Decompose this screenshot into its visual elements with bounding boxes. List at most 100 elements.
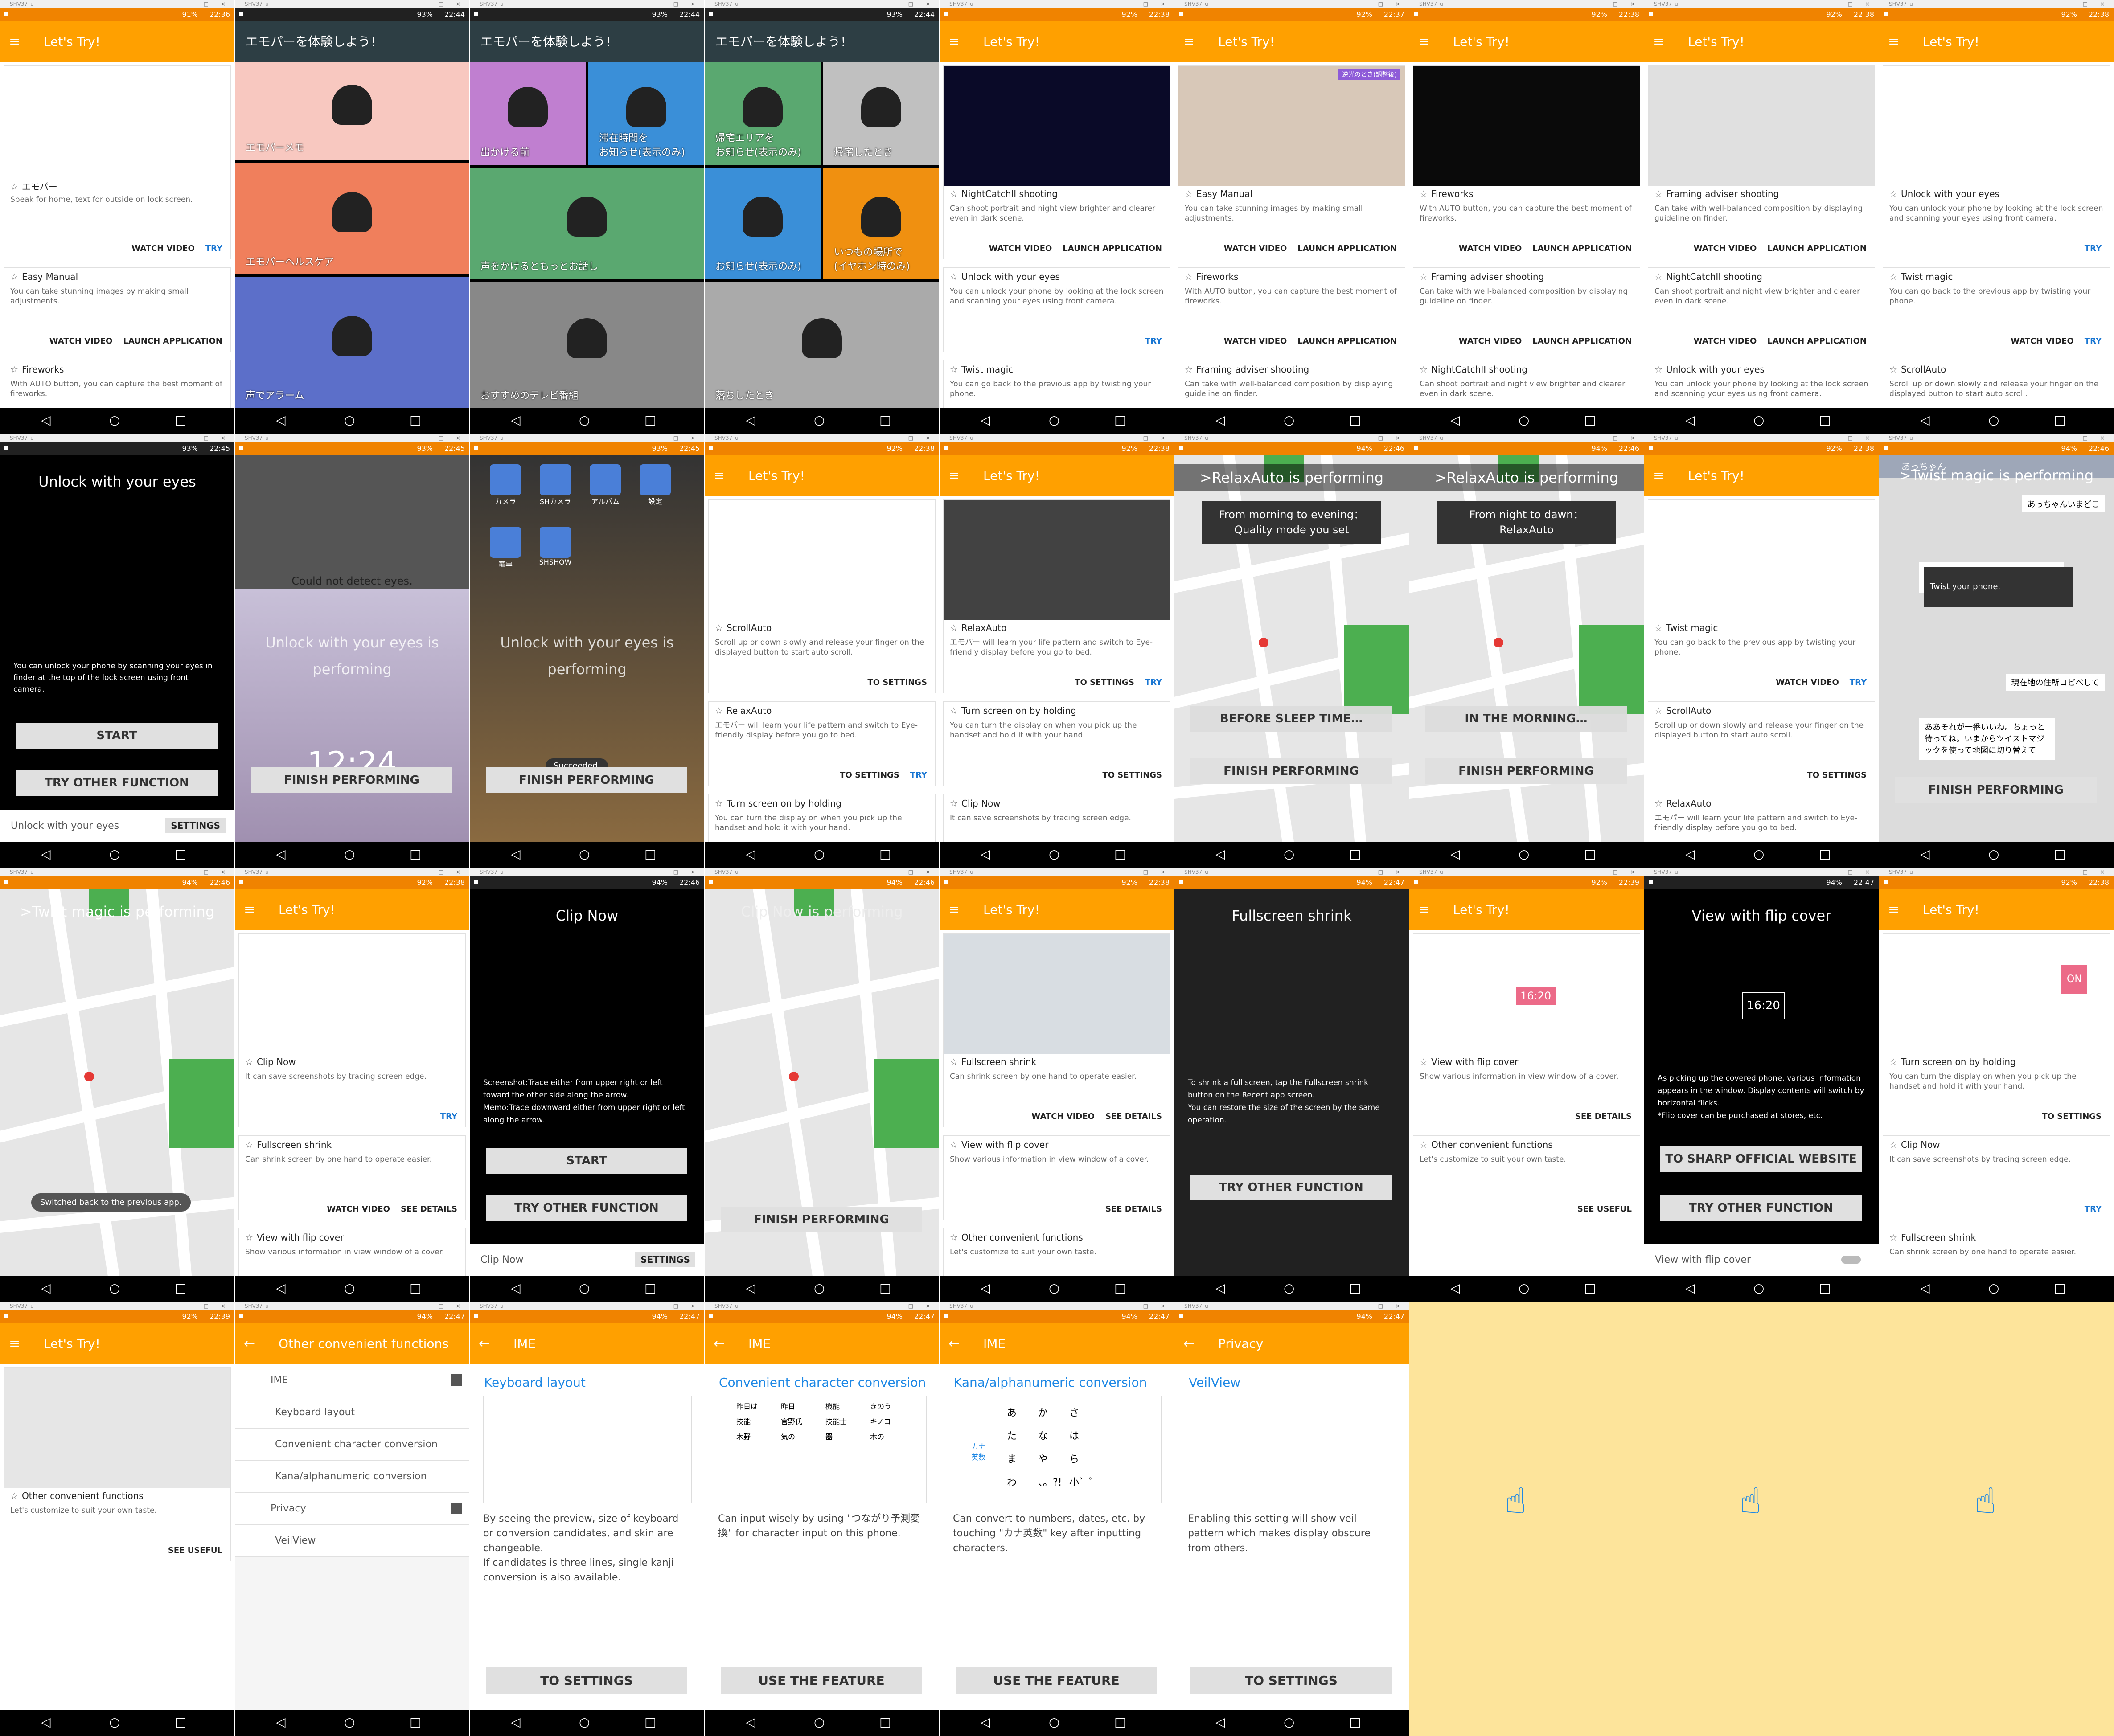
use-the-feature-button[interactable]: USE THE FEATURE xyxy=(721,1667,922,1694)
home-icon[interactable]: ○ xyxy=(579,414,590,427)
feature-card[interactable]: ☆ RelaxAuto エモパー will learn your life patt… xyxy=(708,701,936,786)
try-button[interactable]: TRY xyxy=(2085,1204,2102,1214)
app-icon[interactable]: 電卓 xyxy=(488,527,523,569)
see-useful-button[interactable]: SEE USEFUL xyxy=(1577,1204,1632,1214)
recent-apps-icon[interactable]: □ xyxy=(410,1716,421,1729)
app-icon[interactable]: 設定 xyxy=(637,464,673,506)
window-controls[interactable]: – □ × xyxy=(1833,868,1875,876)
scroll-content[interactable]: Convenient character conversion 昨日は 昨日 機能 きの… xyxy=(705,1364,939,1710)
finish-performing-button[interactable]: FINISH PERFORMING xyxy=(1190,758,1392,784)
watch-video-button[interactable]: WATCH VIDEO xyxy=(327,1204,390,1214)
emopa-scene-tile[interactable]: エモパーヘルスケア xyxy=(235,163,469,274)
home-icon[interactable]: ○ xyxy=(1284,1282,1294,1295)
window-controls[interactable]: – □ × xyxy=(1128,1302,1170,1310)
menu-icon[interactable]: ≡ xyxy=(1888,21,1899,62)
see-details-button[interactable]: SEE DETAILS xyxy=(1105,1204,1162,1214)
favorite-star-icon[interactable]: ☆ xyxy=(1420,1056,1428,1067)
watch-video-button[interactable]: WATCH VIDEO xyxy=(989,244,1052,253)
recent-apps-icon[interactable]: □ xyxy=(2054,848,2065,861)
emopa-scene-tile[interactable]: 声をかけるともっとお話し xyxy=(470,168,704,279)
feature-card[interactable]: ☆ Easy Manual You can take stunning images… xyxy=(4,267,231,352)
favorite-star-icon[interactable]: ☆ xyxy=(950,1232,958,1243)
home-icon[interactable]: ○ xyxy=(109,848,120,861)
watch-video-button[interactable]: WATCH VIDEO xyxy=(1224,336,1287,346)
feature-card[interactable]: ☆ Framing adviser shooting Can take with w… xyxy=(1413,267,1640,352)
home-icon[interactable]: ○ xyxy=(579,848,590,861)
favorite-star-icon[interactable]: ☆ xyxy=(1889,271,1897,282)
feature-card[interactable]: ☆ Twist magic You can go back to the previ… xyxy=(1883,267,2110,352)
feature-card[interactable]: ☆ Fullscreen shrink Can shrink screen by o… xyxy=(1883,1228,2110,1276)
favorite-star-icon[interactable]: ☆ xyxy=(1654,798,1662,809)
feature-card[interactable]: ☆ RelaxAuto エモパー will learn your life patt… xyxy=(1648,794,1875,842)
watch-video-button[interactable]: WATCH VIDEO xyxy=(131,244,195,253)
feature-card[interactable]: ☆ Unlock with your eyes You can unlock you… xyxy=(1648,360,1875,408)
favorite-star-icon[interactable]: ☆ xyxy=(245,1232,253,1243)
window-controls[interactable]: – □ × xyxy=(1128,0,1170,8)
recent-apps-icon[interactable]: □ xyxy=(175,1716,186,1729)
see-details-button[interactable]: SEE DETAILS xyxy=(1105,1112,1162,1121)
home-icon[interactable]: ○ xyxy=(1988,1282,1999,1295)
home-icon[interactable]: ○ xyxy=(344,1716,355,1729)
back-icon[interactable]: ◁ xyxy=(511,1282,521,1295)
window-controls[interactable]: – □ × xyxy=(1598,868,1640,876)
home-icon[interactable]: ○ xyxy=(1049,414,1059,427)
window-controls[interactable]: – □ × xyxy=(2068,0,2110,8)
menu-icon[interactable]: ≡ xyxy=(9,21,20,62)
window-controls[interactable]: – □ × xyxy=(189,434,231,442)
scroll-content[interactable]: ☆ Other convenient functions Let's customi… xyxy=(0,1364,234,1710)
recent-apps-icon[interactable]: □ xyxy=(1349,1282,1361,1295)
favorite-star-icon[interactable]: ☆ xyxy=(1889,364,1897,375)
scroll-content[interactable]: ☆ Unlock with your eyes You can unlock you… xyxy=(1879,62,2114,408)
home-icon[interactable]: ○ xyxy=(1988,414,1999,427)
toggle-switch[interactable] xyxy=(1841,1256,1861,1264)
recent-apps-icon[interactable]: □ xyxy=(1114,848,1126,861)
scroll-content[interactable]: ☆ NightCatchII shooting Can shoot portrait… xyxy=(940,62,1174,408)
recent-apps-icon[interactable]: □ xyxy=(2054,414,2065,427)
favorite-star-icon[interactable]: ☆ xyxy=(950,271,958,282)
finish-performing-button[interactable]: FINISH PERFORMING xyxy=(486,767,687,793)
home-icon[interactable]: ○ xyxy=(344,848,355,861)
to-settings-button[interactable]: TO SETTINGS xyxy=(867,678,927,687)
favorite-star-icon[interactable]: ☆ xyxy=(715,798,723,809)
use-the-feature-button[interactable]: USE THE FEATURE xyxy=(956,1667,1157,1694)
back-icon[interactable]: ◁ xyxy=(1215,414,1225,427)
recent-apps-icon[interactable]: □ xyxy=(879,848,891,861)
menu-icon[interactable]: ≡ xyxy=(9,1323,20,1364)
recent-apps-icon[interactable]: □ xyxy=(1584,848,1596,861)
back-icon[interactable]: ◁ xyxy=(981,1282,990,1295)
feature-card[interactable]: ☆ Twist magic You can go back to the previ… xyxy=(1648,499,1875,693)
feature-card[interactable]: ☆ Clip Now It can save screenshots by trac… xyxy=(238,933,466,1127)
home-icon[interactable]: ○ xyxy=(1753,848,1764,861)
window-controls[interactable]: – □ × xyxy=(1598,434,1640,442)
favorite-star-icon[interactable]: ☆ xyxy=(1185,364,1193,375)
try-other-function-button[interactable]: TRY OTHER FUNCTION xyxy=(16,770,218,796)
emopa-scene-tile[interactable]: エモパーメモ xyxy=(235,62,469,160)
home-icon[interactable]: ○ xyxy=(1284,414,1294,427)
favorite-star-icon[interactable]: ☆ xyxy=(10,181,18,192)
launch-application-button[interactable]: LAUNCH APPLICATION xyxy=(123,336,222,346)
window-controls[interactable]: – □ × xyxy=(658,1302,701,1310)
collapse-icon[interactable] xyxy=(451,1503,462,1514)
recent-apps-icon[interactable]: □ xyxy=(1349,414,1361,427)
recent-apps-icon[interactable]: □ xyxy=(410,414,421,427)
launch-application-button[interactable]: LAUNCH APPLICATION xyxy=(1532,244,1632,253)
back-icon[interactable]: ◁ xyxy=(276,414,286,427)
home-icon[interactable]: ○ xyxy=(109,414,120,427)
menu-icon[interactable]: ≡ xyxy=(948,889,960,930)
recent-apps-icon[interactable]: □ xyxy=(644,1716,656,1729)
back-icon[interactable]: ◁ xyxy=(746,1716,755,1729)
window-controls[interactable]: – □ × xyxy=(423,868,466,876)
recent-apps-icon[interactable]: □ xyxy=(1819,848,1831,861)
back-icon[interactable]: ◁ xyxy=(746,414,755,427)
finish-performing-button[interactable]: FINISH PERFORMING xyxy=(251,767,452,793)
recent-apps-icon[interactable]: □ xyxy=(644,414,656,427)
window-controls[interactable]: – □ × xyxy=(1363,868,1405,876)
try-other-function-button[interactable]: TRY OTHER FUNCTION xyxy=(1190,1175,1392,1200)
favorite-star-icon[interactable]: ☆ xyxy=(1654,188,1662,199)
back-icon[interactable]: ◁ xyxy=(276,1282,286,1295)
window-controls[interactable]: – □ × xyxy=(189,1302,231,1310)
scroll-content[interactable]: ☆ Framing adviser shooting Can take with w… xyxy=(1644,62,1879,408)
favorite-star-icon[interactable]: ☆ xyxy=(1654,271,1662,282)
to-settings-button[interactable]: TO SETTINGS xyxy=(1807,770,1867,780)
launch-application-button[interactable]: LAUNCH APPLICATION xyxy=(1767,336,1867,346)
